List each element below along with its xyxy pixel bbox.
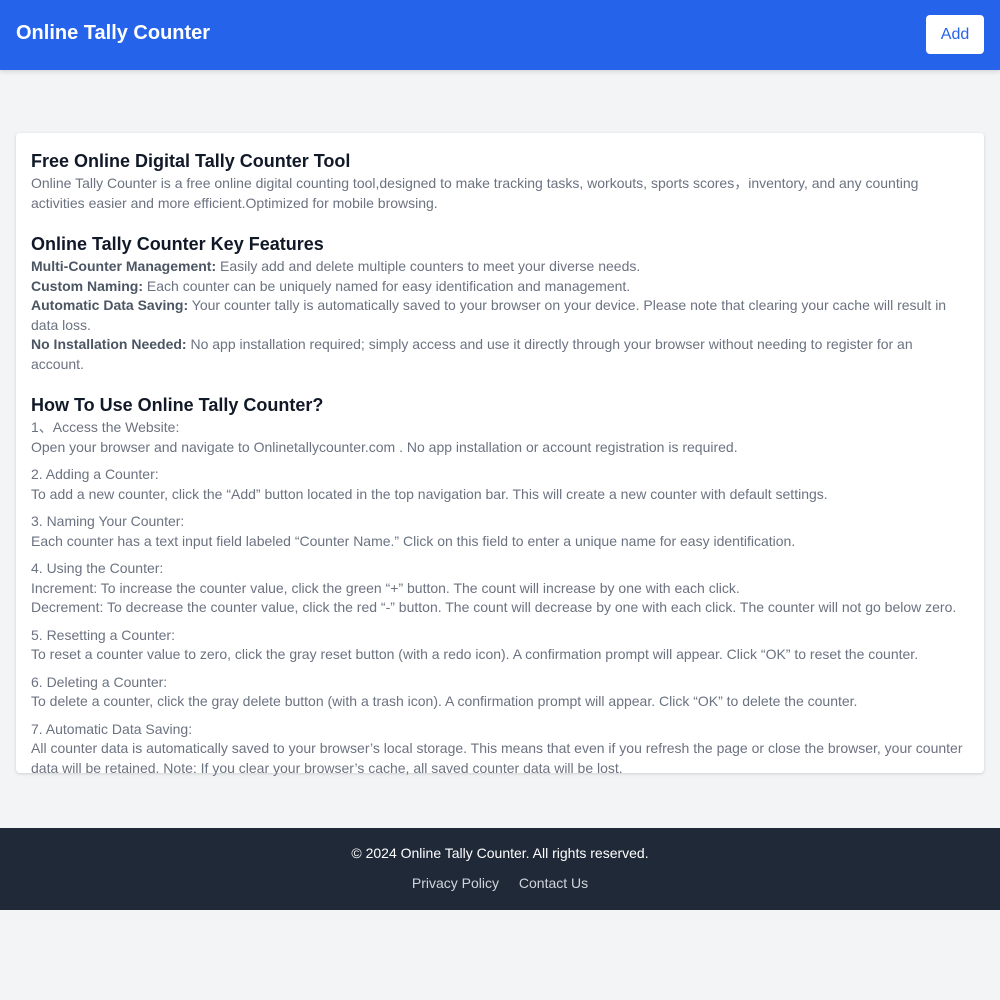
- features-list: Multi-Counter Management: Easily add and…: [31, 257, 969, 374]
- howto-step: 7. Automatic Data Saving: All counter da…: [31, 720, 969, 779]
- howto-step: 5. Resetting a Counter: To reset a count…: [31, 626, 969, 665]
- howto-step: 2. Adding a Counter: To add a new counte…: [31, 465, 969, 504]
- top-navbar: Online Tally Counter Add: [0, 0, 1000, 70]
- step-text: All counter data is automatically saved …: [31, 740, 963, 776]
- intro-title: Free Online Digital Tally Counter Tool: [31, 151, 351, 171]
- step-text: Decrement: To decrease the counter value…: [31, 599, 957, 615]
- feature-item: Automatic Data Saving: Your counter tall…: [31, 296, 969, 335]
- step-heading: 3. Naming Your Counter:: [31, 513, 185, 529]
- step-text: To reset a counter value to zero, click …: [31, 646, 919, 662]
- howto-step: 4. Using the Counter: Increment: To incr…: [31, 559, 969, 618]
- step-heading: 4. Using the Counter:: [31, 560, 164, 576]
- page-footer: © 2024 Online Tally Counter. All rights …: [0, 828, 1000, 910]
- feature-label: Custom Naming:: [31, 277, 143, 294]
- feature-label: Automatic Data Saving:: [31, 297, 189, 313]
- step-heading: 2. Adding a Counter:: [31, 466, 159, 482]
- features-title: Online Tally Counter Key Features: [31, 234, 324, 254]
- add-counter-button[interactable]: Add: [926, 15, 984, 54]
- howto-step: 1、Access the Website: Open your browser …: [31, 418, 969, 457]
- howto-step: 6. Deleting a Counter: To delete a count…: [31, 673, 969, 712]
- intro-text: Online Tally Counter is a free online di…: [31, 175, 919, 211]
- feature-label: Multi-Counter Management:: [31, 258, 217, 274]
- feature-text: Each counter can be uniquely named for e…: [146, 277, 631, 294]
- feature-text: Easily add and delete multiple counters …: [220, 258, 641, 274]
- step-heading: 5. Resetting a Counter:: [31, 626, 175, 643]
- step-text: Each counter has a text input field labe…: [31, 532, 796, 549]
- step-text: Increment: To increase the counter value…: [31, 579, 740, 596]
- copyright-text: © 2024 Online Tally Counter. All rights …: [351, 845, 649, 861]
- step-text: Open your browser and navigate to Online…: [31, 438, 738, 455]
- step-heading: 6. Deleting a Counter:: [31, 673, 168, 690]
- howto-steps: 1、Access the Website: Open your browser …: [31, 418, 969, 778]
- step-text: To add a new counter, click the “Add” bu…: [31, 485, 828, 502]
- step-heading: 7. Automatic Data Saving:: [31, 720, 193, 737]
- feature-item: Multi-Counter Management: Easily add and…: [31, 257, 969, 277]
- feature-item: No Installation Needed: No app installat…: [31, 335, 969, 374]
- step-text: To delete a counter, click the gray dele…: [31, 693, 858, 709]
- howto-title: How To Use Online Tally Counter?: [31, 395, 324, 415]
- step-heading: 1、Access the Website:: [31, 419, 180, 435]
- howto-step: 3. Naming Your Counter: Each counter has…: [31, 512, 969, 551]
- feature-label: No Installation Needed:: [31, 336, 187, 352]
- contact-us-link[interactable]: Contact Us: [519, 875, 588, 891]
- app-title: Online Tally Counter: [16, 22, 211, 44]
- privacy-policy-link[interactable]: Privacy Policy: [412, 875, 499, 891]
- info-card: Free Online Digital Tally Counter Tool O…: [16, 133, 984, 776]
- feature-item: Custom Naming: Each counter can be uniqu…: [31, 277, 969, 297]
- footer-links: Privacy Policy Contact Us: [0, 874, 1000, 892]
